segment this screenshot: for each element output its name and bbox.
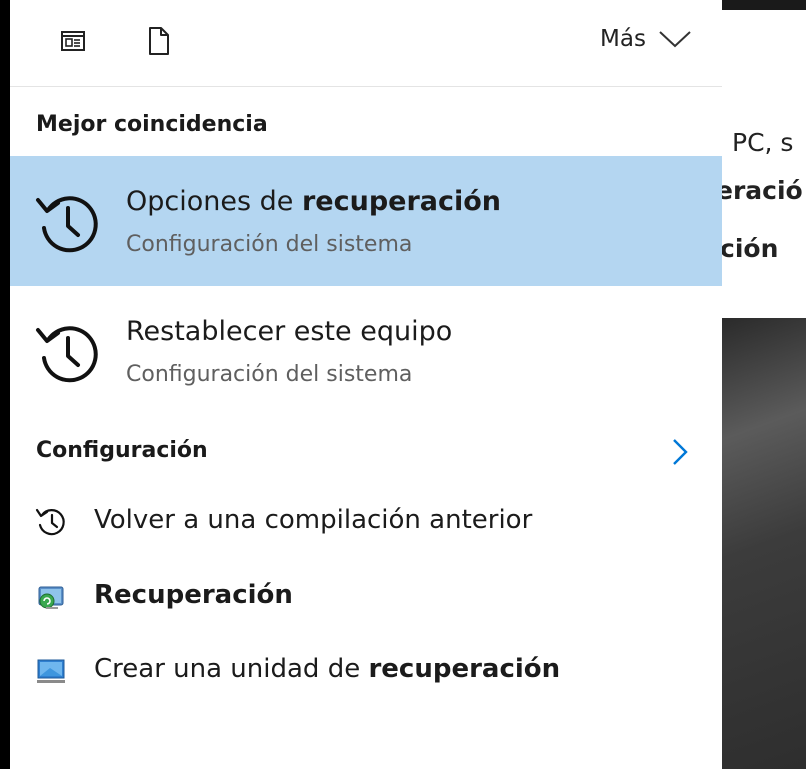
file-icon[interactable] xyxy=(146,26,174,56)
item-label: Volver a una compilación anterior xyxy=(94,505,533,535)
result-title: Opciones de recuperación xyxy=(126,186,502,217)
item-label: Crear una unidad de recuperación xyxy=(94,654,561,684)
chevron-right-icon[interactable] xyxy=(670,437,690,471)
document-view-icon[interactable] xyxy=(60,26,88,56)
list-item-previous-build[interactable]: Volver a una compilación anterior xyxy=(10,494,722,550)
background-text-3: ción xyxy=(722,234,779,263)
background-text-2: eració xyxy=(722,176,803,205)
result-reset-pc[interactable]: Restablecer este equipo Configuración de… xyxy=(10,286,722,416)
item-label: Recuperación xyxy=(94,580,293,610)
background-text-1: PC, s xyxy=(732,128,794,157)
best-match-heading: Mejor coincidencia xyxy=(36,112,268,137)
more-filters-button[interactable]: Más xyxy=(600,26,692,52)
background-window: PC, s eració ción xyxy=(722,10,806,318)
history-clock-icon xyxy=(34,506,68,538)
result-title: Restablecer este equipo xyxy=(126,316,453,347)
more-label: Más xyxy=(600,26,646,52)
result-subtitle: Configuración del sistema xyxy=(126,232,413,257)
monitor-icon xyxy=(34,655,68,687)
search-results-panel: Más Mejor coincidencia Opciones de recup… xyxy=(10,0,722,769)
result-recovery-options[interactable]: Opciones de recuperación Configuración d… xyxy=(10,156,722,286)
list-item-create-recovery-drive[interactable]: Crear una unidad de recuperación xyxy=(10,643,722,699)
list-item-recovery[interactable]: Recuperación xyxy=(10,569,722,625)
window-top-strip xyxy=(722,0,806,10)
settings-heading[interactable]: Configuración xyxy=(36,438,208,463)
result-subtitle: Configuración del sistema xyxy=(126,362,413,387)
history-clock-icon xyxy=(34,318,102,386)
recovery-control-panel-icon xyxy=(34,581,68,613)
history-clock-icon xyxy=(34,188,102,256)
search-toolbar: Más xyxy=(10,0,722,87)
chevron-down-icon xyxy=(659,31,691,48)
